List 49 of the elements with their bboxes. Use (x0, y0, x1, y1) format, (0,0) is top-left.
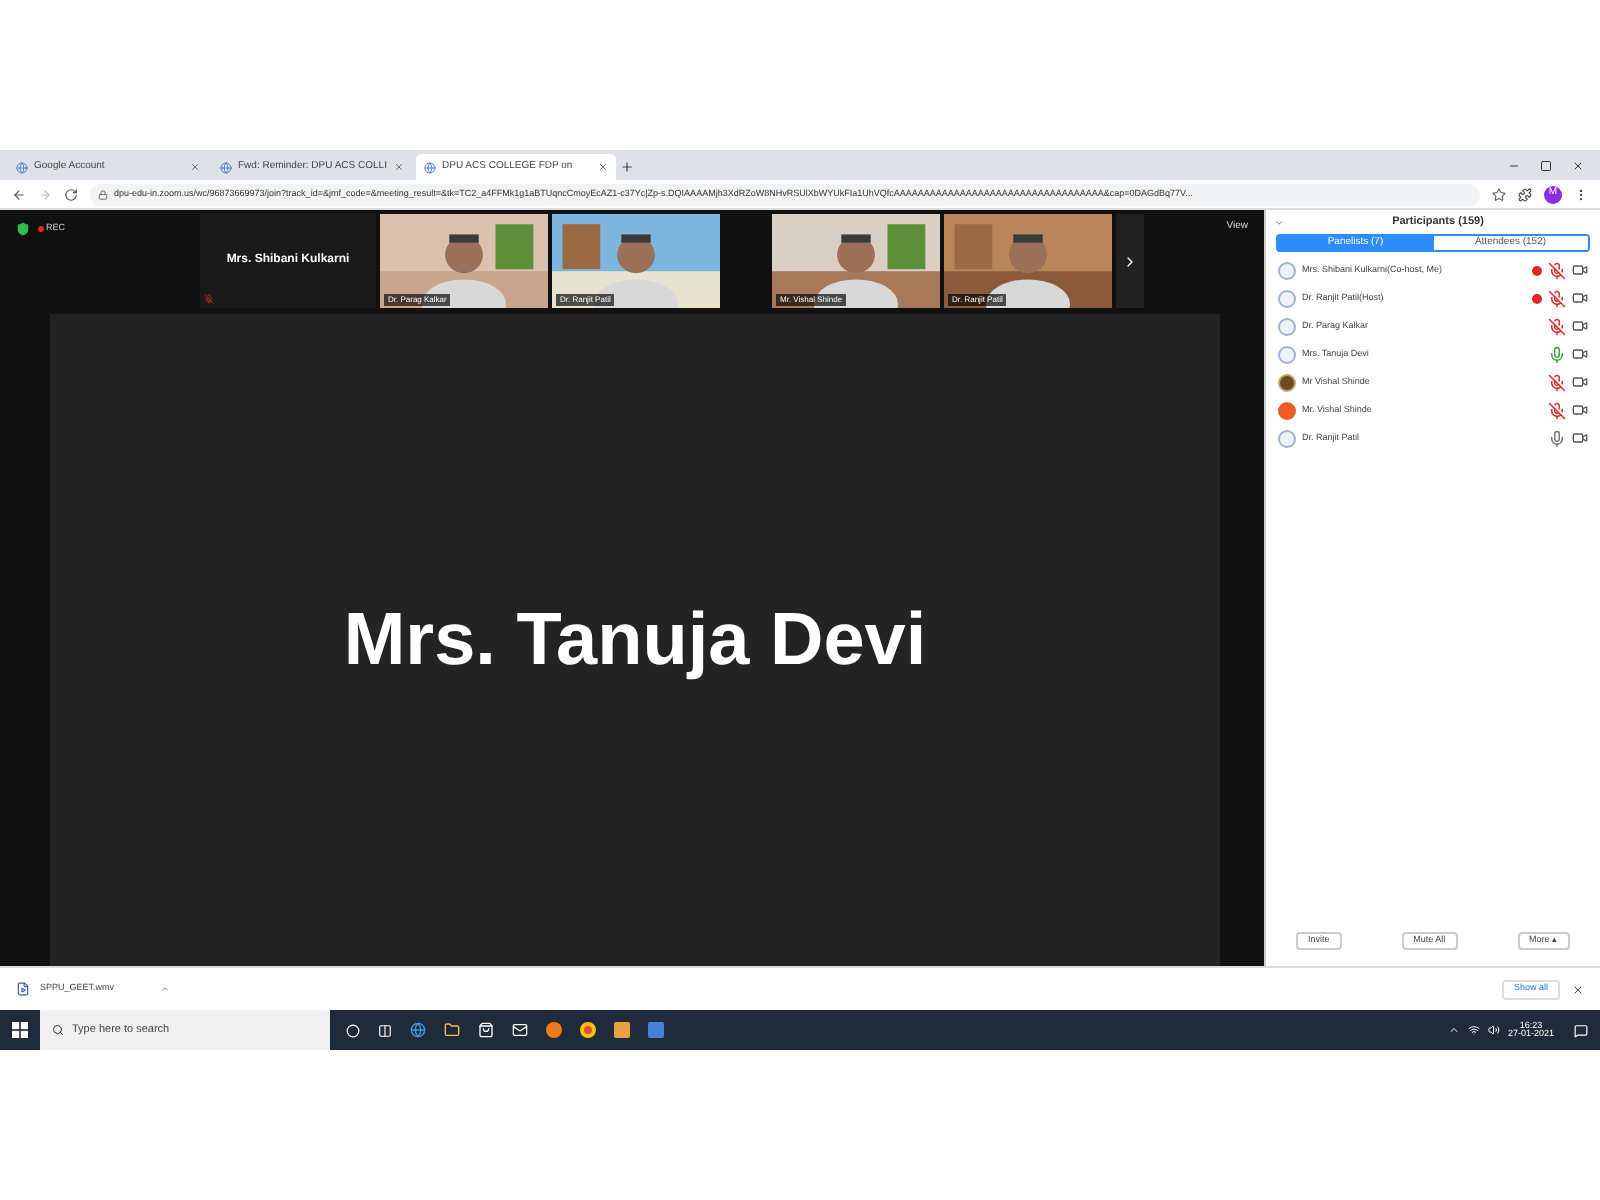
file-icon (16, 982, 30, 996)
maximize-icon[interactable] (1540, 160, 1552, 172)
site-icon (424, 161, 436, 173)
video-icon[interactable] (1572, 374, 1588, 390)
site-icon (16, 161, 28, 173)
tray-chevron-icon[interactable] (1447, 1024, 1460, 1036)
speaker-name: Mrs. Tanuja Devi (343, 596, 927, 685)
reload-icon[interactable] (64, 187, 78, 201)
site-icon (220, 161, 232, 173)
windows-icon (12, 1022, 28, 1038)
search-icon (52, 1024, 64, 1036)
cortana-icon[interactable] (346, 1023, 360, 1037)
collapse-icon[interactable] (1274, 217, 1284, 227)
volume-icon[interactable] (1487, 1024, 1500, 1036)
mic-icon[interactable] (1548, 429, 1566, 447)
muted-mic-icon (204, 294, 214, 304)
star-icon[interactable] (1492, 187, 1506, 201)
close-icon[interactable] (1572, 160, 1584, 172)
new-tab-icon[interactable] (620, 160, 634, 174)
store-icon[interactable] (478, 1022, 494, 1038)
folder-icon[interactable] (444, 1022, 460, 1038)
muted-mic-icon[interactable] (1548, 289, 1566, 307)
browser-icon[interactable] (410, 1022, 426, 1038)
chevron-up-icon[interactable] (160, 984, 170, 994)
address-bar[interactable] (90, 183, 1480, 205)
task-view-icon[interactable] (378, 1023, 392, 1037)
video-icon[interactable] (1572, 402, 1588, 418)
network-icon[interactable] (1467, 1024, 1480, 1036)
video-icon[interactable] (1572, 318, 1588, 334)
muted-mic-icon[interactable] (1548, 401, 1566, 419)
muted-mic-icon[interactable] (1548, 317, 1566, 335)
video-icon[interactable] (1572, 346, 1588, 362)
video-icon[interactable] (1572, 262, 1588, 278)
video-icon[interactable] (1572, 290, 1588, 306)
menu-icon[interactable] (1574, 187, 1588, 201)
minimize-icon[interactable] (1508, 160, 1520, 172)
muted-mic-icon[interactable] (1548, 261, 1566, 279)
back-icon[interactable] (12, 187, 26, 201)
mic-icon[interactable] (1548, 345, 1566, 363)
shield-icon[interactable] (16, 222, 30, 236)
close-icon[interactable] (1572, 983, 1584, 995)
extensions-icon[interactable] (1518, 187, 1532, 201)
notifications-icon[interactable] (1574, 1023, 1588, 1037)
chevron-right-icon (1122, 253, 1138, 269)
muted-mic-icon[interactable] (1548, 373, 1566, 391)
video-icon[interactable] (1572, 430, 1588, 446)
mail-icon[interactable] (512, 1022, 528, 1038)
lock-icon (98, 189, 108, 199)
avatar-icon (1278, 429, 1296, 447)
